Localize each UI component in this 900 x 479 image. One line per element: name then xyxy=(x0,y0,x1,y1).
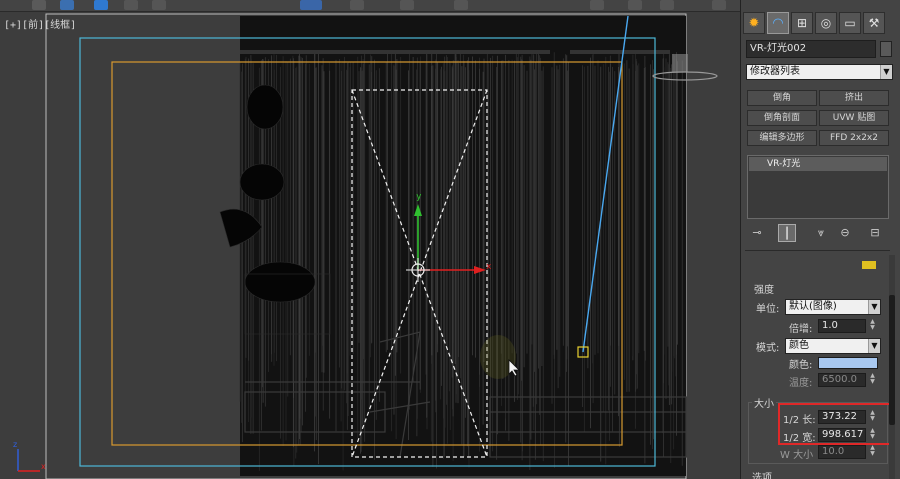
move-icon[interactable] xyxy=(94,0,108,10)
mirror-icon[interactable] xyxy=(590,0,604,10)
snap-icon[interactable] xyxy=(400,0,414,10)
panel-scroll-thumb[interactable] xyxy=(889,295,895,425)
viewcube[interactable] xyxy=(650,50,720,90)
configure-sets-icon[interactable]: ⊟ xyxy=(866,224,884,242)
object-name-field[interactable]: VR-灯光002 xyxy=(746,40,876,58)
mode-value: 颜色 xyxy=(789,340,809,351)
remove-modifier-icon[interactable]: ⊖ xyxy=(836,224,854,242)
chevron-down-icon: ▼ xyxy=(868,300,880,314)
reference-coord-icon[interactable] xyxy=(300,0,322,10)
create-icon: ✹ xyxy=(748,15,760,31)
layer-icon[interactable] xyxy=(660,0,674,10)
main-toolbar xyxy=(0,0,740,12)
make-unique-icon[interactable]: ⩔ xyxy=(812,224,830,242)
panel-scrollbar[interactable] xyxy=(889,255,895,479)
tab-utilities[interactable]: ⚒ xyxy=(863,12,885,34)
tab-display[interactable]: ▭ xyxy=(839,12,861,34)
color-label: 颜色: xyxy=(789,360,813,371)
size-group-title: 大小 xyxy=(752,395,776,410)
w-size-label: W 大小 xyxy=(780,450,814,461)
tab-motion[interactable]: ◎ xyxy=(815,12,837,34)
modifier-list-label: 修改器列表 xyxy=(750,66,800,77)
temperature-input[interactable]: 6500.0 xyxy=(818,373,866,387)
modifier-uvw-map-button[interactable]: UVW 贴图 xyxy=(819,110,889,126)
mouse-cursor-icon xyxy=(508,359,520,377)
display-color-swatch[interactable] xyxy=(862,261,876,269)
scale-icon[interactable] xyxy=(152,0,166,10)
curtain-rod xyxy=(240,50,550,54)
gizmo-y-label: y xyxy=(416,192,422,202)
pivot-icon[interactable] xyxy=(350,0,364,10)
temperature-spinner[interactable]: ▲ ▼ xyxy=(868,373,877,387)
tab-create[interactable]: ✹ xyxy=(743,12,765,34)
viewport-canvas[interactable] xyxy=(0,12,740,479)
multiplier-input[interactable]: 1.0 xyxy=(818,319,866,333)
w-size-input[interactable]: 10.0 xyxy=(818,445,866,459)
align-icon[interactable] xyxy=(628,0,642,10)
modifier-stack[interactable]: VR-灯光 xyxy=(747,155,889,219)
mode-dropdown[interactable]: 颜色 ▼ xyxy=(785,338,881,354)
stack-toolbar: ⊸ ┃ ⩔ ⊖ ⊟ xyxy=(748,224,888,242)
w-size-spinner[interactable]: ▲ ▼ xyxy=(868,445,877,459)
chevron-down-icon: ▼ xyxy=(868,339,880,353)
modifier-bevel-profile-button[interactable]: 倒角剖面 xyxy=(747,110,817,126)
unit-label: 单位: xyxy=(756,304,780,315)
temperature-label: 温度: xyxy=(789,378,813,389)
modify-icon: ◠ xyxy=(772,15,784,31)
modifier-bevel-button[interactable]: 倒角 xyxy=(747,90,817,106)
stack-separator xyxy=(745,250,890,251)
multiplier-label: 倍增: xyxy=(789,324,813,335)
unit-value: 默认(图像) xyxy=(789,301,837,312)
modifier-edit-poly-button[interactable]: 编辑多边形 xyxy=(747,130,817,146)
unit-dropdown[interactable]: 默认(图像) ▼ xyxy=(785,299,881,315)
command-panel-tabs: ✹ ◠ ⊞ ◎ ▭ ⚒ xyxy=(741,12,900,36)
hierarchy-icon: ⊞ xyxy=(796,16,808,30)
chevron-down-icon: ▼ xyxy=(880,65,892,79)
pin-stack-icon[interactable]: ⊸ xyxy=(748,224,766,242)
hammer-icon: ⚒ xyxy=(868,16,880,30)
stack-item-vr-light[interactable]: VR-灯光 xyxy=(749,157,887,171)
axis-z-label: z xyxy=(13,440,17,449)
mode-label: 模式: xyxy=(756,343,780,354)
select-window-icon[interactable] xyxy=(60,0,74,10)
front-viewport[interactable]: [+][前][线框] y x z x xyxy=(0,12,740,479)
tab-modify[interactable]: ◠ xyxy=(767,12,789,34)
max-app: [+][前][线框] y x z x ✹ ◠ ⊞ ◎ ▭ ⚒ VR-灯光002 … xyxy=(0,0,900,479)
options-group-title: 选项 xyxy=(752,473,772,479)
display-icon: ▭ xyxy=(844,16,856,30)
show-end-result-icon[interactable]: ┃ xyxy=(778,224,796,242)
world-axis-icon: z x xyxy=(13,440,46,472)
intensity-group-title: 强度 xyxy=(754,285,774,296)
tab-hierarchy[interactable]: ⊞ xyxy=(791,12,813,34)
light-color-swatch[interactable] xyxy=(818,357,878,369)
select-region-icon[interactable] xyxy=(32,0,46,10)
motion-icon: ◎ xyxy=(820,16,832,30)
viewport-label[interactable]: [+][前][线框] xyxy=(4,16,76,31)
axis-x-label: x xyxy=(41,462,46,471)
object-color-swatch[interactable] xyxy=(880,41,892,57)
gizmo-x-label: x xyxy=(486,262,492,272)
modifier-extrude-button[interactable]: 挤出 xyxy=(819,90,889,106)
angle-snap-icon[interactable] xyxy=(454,0,468,10)
annotation-highlight-box xyxy=(778,403,891,445)
curve-editor-icon[interactable] xyxy=(712,0,726,10)
modifier-ffd-button[interactable]: FFD 2x2x2 xyxy=(819,130,889,146)
multiplier-spinner[interactable]: ▲ ▼ xyxy=(868,319,877,333)
rotate-icon[interactable] xyxy=(124,0,138,10)
modifier-list-dropdown[interactable]: 修改器列表 ▼ xyxy=(746,64,893,80)
